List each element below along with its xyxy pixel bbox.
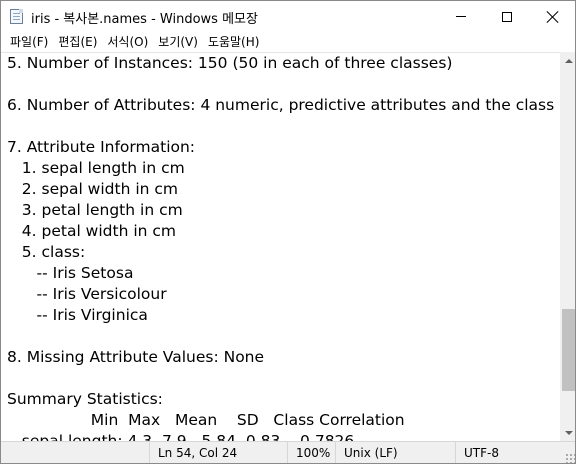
menu-bar: 파일(F) 편집(E) 서식(O) 보기(V) 도움말(H) — [1, 32, 575, 52]
minimize-button[interactable] — [438, 1, 484, 32]
chevron-down-icon — [564, 430, 573, 435]
menu-view[interactable]: 보기(V) — [153, 32, 203, 52]
text-line: 1. sepal length in cm — [7, 159, 185, 177]
text-line: Min Max Mean SD Class Correlation — [7, 411, 405, 429]
text-line: sepal length: 4.3 7.9 5.84 0.83 0.7826 — [7, 432, 355, 441]
text-line: 4. petal width in cm — [7, 222, 177, 240]
window-title: iris - 복사본.names - Windows 메모장 — [31, 12, 258, 27]
notepad-window: iris - 복사본.names - Windows 메모장 파일(F) 편집(… — [0, 0, 576, 464]
vertical-scrollbar[interactable] — [560, 52, 575, 441]
resize-grip-icon[interactable] — [565, 453, 575, 463]
menu-format[interactable]: 서식(O) — [102, 32, 153, 52]
status-bar: Ln 54, Col 24 100% Unix (LF) UTF-8 — [1, 441, 575, 463]
scroll-down-button[interactable] — [560, 424, 575, 441]
text-line: Summary Statistics: — [7, 390, 163, 408]
text-line: 5. Number of Instances: 150 (50 in each … — [7, 54, 453, 72]
text-line: 7. Attribute Information: — [7, 138, 196, 156]
line-ending: Unix (LF) — [335, 442, 455, 463]
text-line: 5. class: — [7, 243, 86, 261]
minimize-icon — [456, 16, 466, 17]
chevron-up-icon — [564, 58, 573, 63]
maximize-button[interactable] — [484, 1, 530, 32]
title-bar[interactable]: iris - 복사본.names - Windows 메모장 — [1, 1, 575, 32]
text-line: -- Iris Versicolour — [7, 285, 167, 303]
text-line: 3. petal length in cm — [7, 201, 183, 219]
zoom-level: 100% — [287, 442, 335, 463]
text-line: 8. Missing Attribute Values: None — [7, 348, 265, 366]
scroll-up-button[interactable] — [560, 52, 575, 69]
text-line: -- Iris Virginica — [7, 306, 148, 324]
encoding: UTF-8 — [455, 442, 575, 463]
notepad-icon — [10, 9, 23, 24]
text-line: 2. sepal width in cm — [7, 180, 179, 198]
cursor-position: Ln 54, Col 24 — [149, 442, 287, 463]
close-button[interactable] — [530, 1, 575, 32]
menu-edit[interactable]: 편집(E) — [53, 32, 102, 52]
menu-help[interactable]: 도움말(H) — [203, 32, 265, 52]
text-editor[interactable]: 5. Number of Instances: 150 (50 in each … — [1, 52, 560, 441]
text-line: 6. Number of Attributes: 4 numeric, pred… — [7, 96, 555, 114]
menu-file[interactable]: 파일(F) — [5, 32, 53, 52]
close-icon — [547, 11, 559, 23]
text-line: -- Iris Setosa — [7, 264, 134, 282]
scroll-thumb[interactable] — [562, 309, 575, 391]
maximize-icon — [502, 11, 512, 22]
